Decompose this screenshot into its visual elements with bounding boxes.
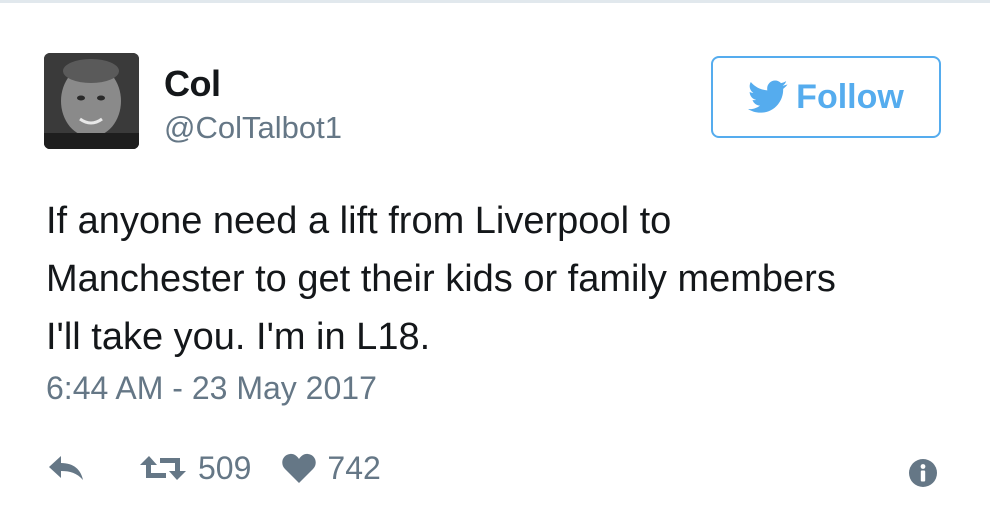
info-icon[interactable]	[908, 458, 938, 488]
user-handle[interactable]: @ColTalbot1	[164, 110, 342, 146]
retweet-button[interactable]: 509	[138, 450, 251, 487]
reply-button[interactable]	[46, 453, 86, 483]
retweet-icon	[140, 456, 186, 480]
heart-icon	[282, 453, 317, 483]
retweet-count: 509	[198, 449, 252, 486]
follow-label: Follow	[796, 77, 904, 116]
display-name[interactable]: Col	[164, 63, 221, 105]
reply-icon	[49, 456, 83, 480]
tweet-text: If anyone need a lift from Liverpool to …	[46, 200, 836, 358]
top-divider	[0, 0, 990, 3]
follow-button[interactable]: Follow	[711, 56, 941, 138]
twitter-bird-icon	[748, 80, 788, 113]
like-count: 742	[327, 449, 381, 486]
avatar[interactable]	[44, 53, 139, 149]
like-button[interactable]: 742	[281, 449, 381, 487]
tweet-timestamp[interactable]: 6:44 AM - 23 May 2017	[46, 370, 377, 407]
tweet-actions: 509 742	[46, 444, 381, 492]
